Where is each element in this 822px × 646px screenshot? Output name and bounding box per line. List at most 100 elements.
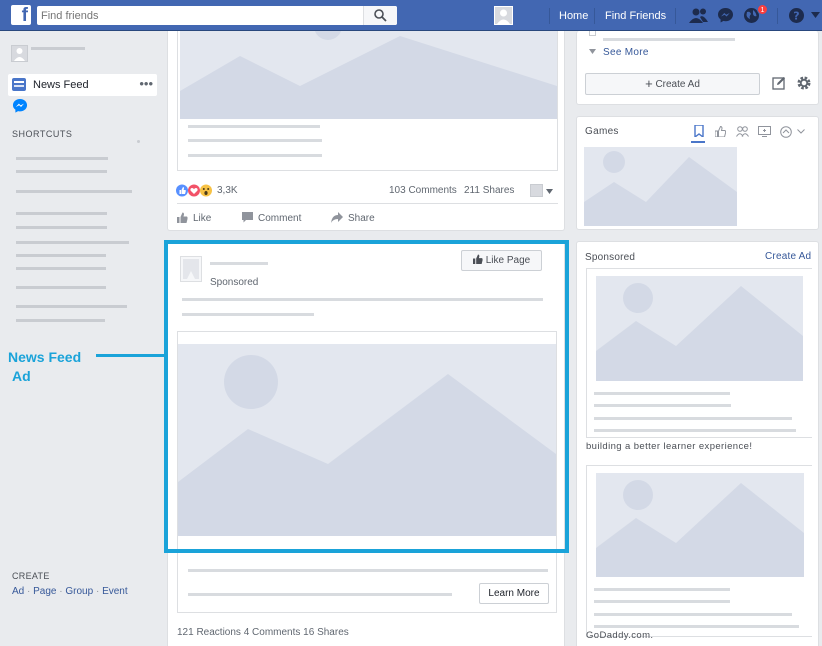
plus-icon: + <box>645 76 653 91</box>
user-avatar[interactable] <box>11 45 28 62</box>
right-ad-2-text-line <box>594 613 792 616</box>
preview-text-line <box>188 154 322 157</box>
svg-text:?: ? <box>793 10 799 23</box>
shortcut-item[interactable] <box>16 254 106 257</box>
nav-separator <box>594 8 595 24</box>
profile-avatar[interactable] <box>494 6 513 25</box>
news-feed-label: News Feed <box>33 79 89 91</box>
shared-link-preview[interactable] <box>177 31 558 171</box>
user-name-placeholder <box>31 47 85 50</box>
game-screen-icon[interactable] <box>758 126 771 137</box>
friend-requests-icon[interactable] <box>689 7 709 24</box>
shortcut-item[interactable] <box>16 241 129 244</box>
chevron-down-icon[interactable] <box>797 129 805 134</box>
chevron-down-icon[interactable] <box>546 189 553 194</box>
create-event-link[interactable]: Event <box>102 586 128 597</box>
create-ad-link[interactable]: Create Ad <box>765 251 811 262</box>
left-sidebar: News Feed ••• SHORTCUTS CREATE Ad · Page… <box>0 31 160 646</box>
search-box <box>37 6 397 25</box>
shortcut-item[interactable] <box>16 157 108 160</box>
home-link[interactable]: Home <box>559 10 588 22</box>
pages-panel: See More + Create Ad <box>576 31 819 105</box>
create-page-link[interactable]: Page <box>33 586 56 597</box>
pages-list-line <box>603 38 735 41</box>
share-icon <box>331 212 343 223</box>
right-ad-2-image[interactable] <box>596 473 804 577</box>
right-ad-2[interactable] <box>586 465 812 637</box>
sidebar-item-news-feed[interactable]: News Feed ••• <box>8 74 157 96</box>
search-button[interactable] <box>363 6 397 25</box>
right-ad-1[interactable] <box>586 268 812 438</box>
shortcut-item[interactable] <box>16 212 107 215</box>
nav-separator <box>777 8 778 24</box>
shortcuts-heading: SHORTCUTS <box>12 129 73 139</box>
sponsored-panel: Sponsored Create Ad building a better le… <box>576 241 819 646</box>
thumbs-up-icon[interactable] <box>715 126 726 137</box>
facebook-logo[interactable]: f <box>11 5 31 25</box>
comment-count[interactable]: 103 Comments <box>389 185 457 196</box>
shortcut-item[interactable] <box>16 319 105 322</box>
games-panel: Games <box>576 116 819 230</box>
more-options-icon[interactable]: ••• <box>139 76 153 91</box>
share-count[interactable]: 211 Shares <box>464 185 514 196</box>
right-ad-2-text-line <box>594 625 799 628</box>
share-button[interactable]: Share <box>331 212 375 224</box>
comment-icon <box>242 212 253 223</box>
right-ad-2-text-line <box>594 600 730 603</box>
annotation-line-1: News Feed <box>8 349 82 365</box>
news-feed-ad-highlight <box>164 240 569 553</box>
reaction-icons[interactable] <box>176 184 216 197</box>
ad-engagement-stats[interactable]: 121 Reactions 4 Comments 16 Shares <box>177 627 349 638</box>
image-placeholder-icon <box>180 31 557 119</box>
shortcut-item[interactable] <box>16 267 106 270</box>
people-icon[interactable] <box>736 126 749 137</box>
comment-button[interactable]: Comment <box>242 212 301 224</box>
right-ad-1-caption[interactable]: building a better learner experience! <box>586 441 752 452</box>
instant-games-icon[interactable] <box>780 126 792 138</box>
active-tab-indicator <box>691 141 705 143</box>
messenger-icon[interactable] <box>717 7 734 24</box>
shortcut-item[interactable] <box>16 286 106 289</box>
learn-more-button[interactable]: Learn More <box>479 583 549 604</box>
like-button[interactable]: Like <box>177 212 211 224</box>
annotation-pointer-line <box>96 354 164 357</box>
share-label: Share <box>348 213 375 224</box>
shortcut-item[interactable] <box>16 305 127 308</box>
shortcut-item[interactable] <box>16 226 107 229</box>
create-ad-link[interactable]: Ad <box>12 586 24 597</box>
list-icon <box>589 31 596 36</box>
shortcut-item[interactable] <box>16 170 107 173</box>
help-icon[interactable]: ? <box>788 7 805 24</box>
games-heading: Games <box>585 126 619 137</box>
messenger-icon[interactable] <box>12 98 28 114</box>
create-heading: CREATE <box>12 571 50 581</box>
right-ad-1-text-line <box>594 417 792 420</box>
person-icon <box>497 9 510 24</box>
right-ad-2-text-line <box>594 588 730 591</box>
right-ad-1-image[interactable] <box>596 276 803 381</box>
thumbs-up-icon <box>177 212 188 223</box>
create-ad-button[interactable]: + Create Ad <box>585 73 760 95</box>
search-input[interactable] <box>37 6 359 25</box>
shortcut-item[interactable] <box>16 190 132 193</box>
person-icon <box>14 48 25 61</box>
create-group-link[interactable]: Group <box>65 586 93 597</box>
see-more-link[interactable]: See More <box>603 47 649 58</box>
create-links: Ad · Page · Group · Event <box>12 586 128 597</box>
find-friends-link[interactable]: Find Friends <box>605 10 666 22</box>
viewer-avatar[interactable] <box>530 184 543 197</box>
sponsored-heading: Sponsored <box>585 252 636 263</box>
bookmark-icon[interactable] <box>694 125 704 137</box>
post-image[interactable] <box>180 31 557 119</box>
game-thumbnail[interactable] <box>584 147 737 226</box>
settings-dropdown-icon[interactable] <box>811 12 820 18</box>
reaction-count[interactable]: 3,3K <box>217 185 238 196</box>
edit-icon[interactable] <box>772 76 786 90</box>
right-ad-1-text-line <box>594 392 730 395</box>
nav-separator <box>549 8 550 24</box>
right-ad-2-caption[interactable]: GoDaddy.com. <box>586 630 653 641</box>
preview-text-line <box>188 139 322 142</box>
top-bar: f Home Find Friends 1 ? <box>0 0 822 31</box>
gear-icon[interactable] <box>796 75 812 91</box>
divider <box>177 203 558 204</box>
